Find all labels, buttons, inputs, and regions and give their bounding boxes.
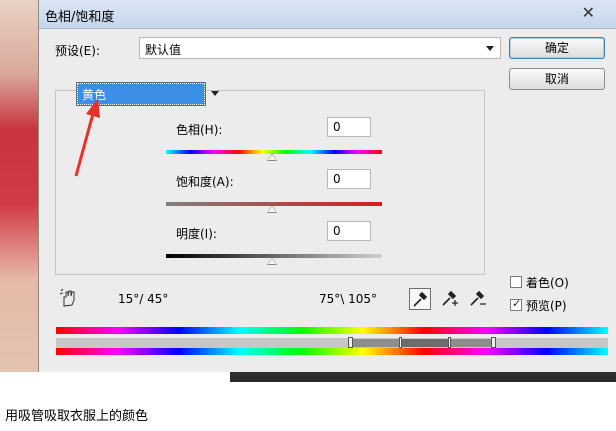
hand-adjust-icon[interactable] bbox=[59, 288, 79, 308]
range-handle-left[interactable] bbox=[348, 337, 353, 348]
color-range-bar[interactable] bbox=[56, 337, 608, 348]
saturation-input[interactable]: 0 bbox=[327, 169, 371, 189]
adjustment-group bbox=[55, 90, 485, 275]
hue-saturation-dialog: 色相/饱和度 ✕ 预设(E): 默认值 确定 取消 黄色 色相(H): 0 饱和… bbox=[38, 0, 616, 372]
preview-label[interactable]: 预览(P) bbox=[526, 297, 567, 314]
preset-select[interactable]: 默认值 bbox=[139, 37, 501, 59]
preset-label: 预设(E): bbox=[55, 44, 100, 58]
lightness-input[interactable]: 0 bbox=[327, 221, 371, 241]
chevron-down-icon[interactable] bbox=[211, 91, 219, 96]
hue-input[interactable]: 0 bbox=[327, 117, 371, 137]
eyedropper-minus-icon[interactable] bbox=[467, 288, 489, 310]
chevron-down-icon bbox=[486, 46, 494, 51]
cancel-button[interactable]: 取消 bbox=[509, 68, 605, 90]
lightness-slider-thumb[interactable] bbox=[267, 257, 277, 265]
hue-label: 色相(H): bbox=[176, 123, 223, 137]
dialog-title: 色相/饱和度 bbox=[45, 10, 115, 25]
preset-value: 默认值 bbox=[145, 43, 182, 57]
output-spectrum-bar bbox=[56, 348, 608, 355]
eyedropper-plus-icon[interactable] bbox=[439, 288, 461, 310]
preview-checkbox[interactable] bbox=[510, 297, 522, 311]
hue-slider-thumb[interactable] bbox=[267, 153, 277, 161]
saturation-label: 饱和度(A): bbox=[176, 175, 234, 189]
annotation-arrow-icon bbox=[74, 98, 100, 177]
range-handle-inner-right[interactable] bbox=[448, 337, 451, 348]
range-right-readout: 75°\ 105° bbox=[319, 292, 378, 306]
saturation-slider-thumb[interactable] bbox=[267, 205, 277, 213]
input-spectrum-bar bbox=[56, 327, 608, 334]
close-icon[interactable]: ✕ bbox=[582, 3, 595, 22]
range-left-readout: 15°/ 45° bbox=[118, 292, 169, 306]
ok-button[interactable]: 确定 bbox=[509, 37, 605, 59]
colorize-checkbox[interactable] bbox=[510, 276, 522, 288]
caption-text: 用吸管吸取衣服上的颜色 bbox=[5, 409, 149, 424]
lightness-label: 明度(I): bbox=[176, 227, 217, 241]
range-handle-inner-left[interactable] bbox=[399, 337, 402, 348]
colorize-label[interactable]: 着色(O) bbox=[526, 274, 569, 291]
range-core[interactable] bbox=[401, 339, 449, 347]
eyedropper-icon[interactable] bbox=[409, 288, 431, 310]
dialog-titlebar[interactable]: 色相/饱和度 ✕ bbox=[39, 0, 616, 29]
range-handle-right[interactable] bbox=[491, 337, 496, 348]
